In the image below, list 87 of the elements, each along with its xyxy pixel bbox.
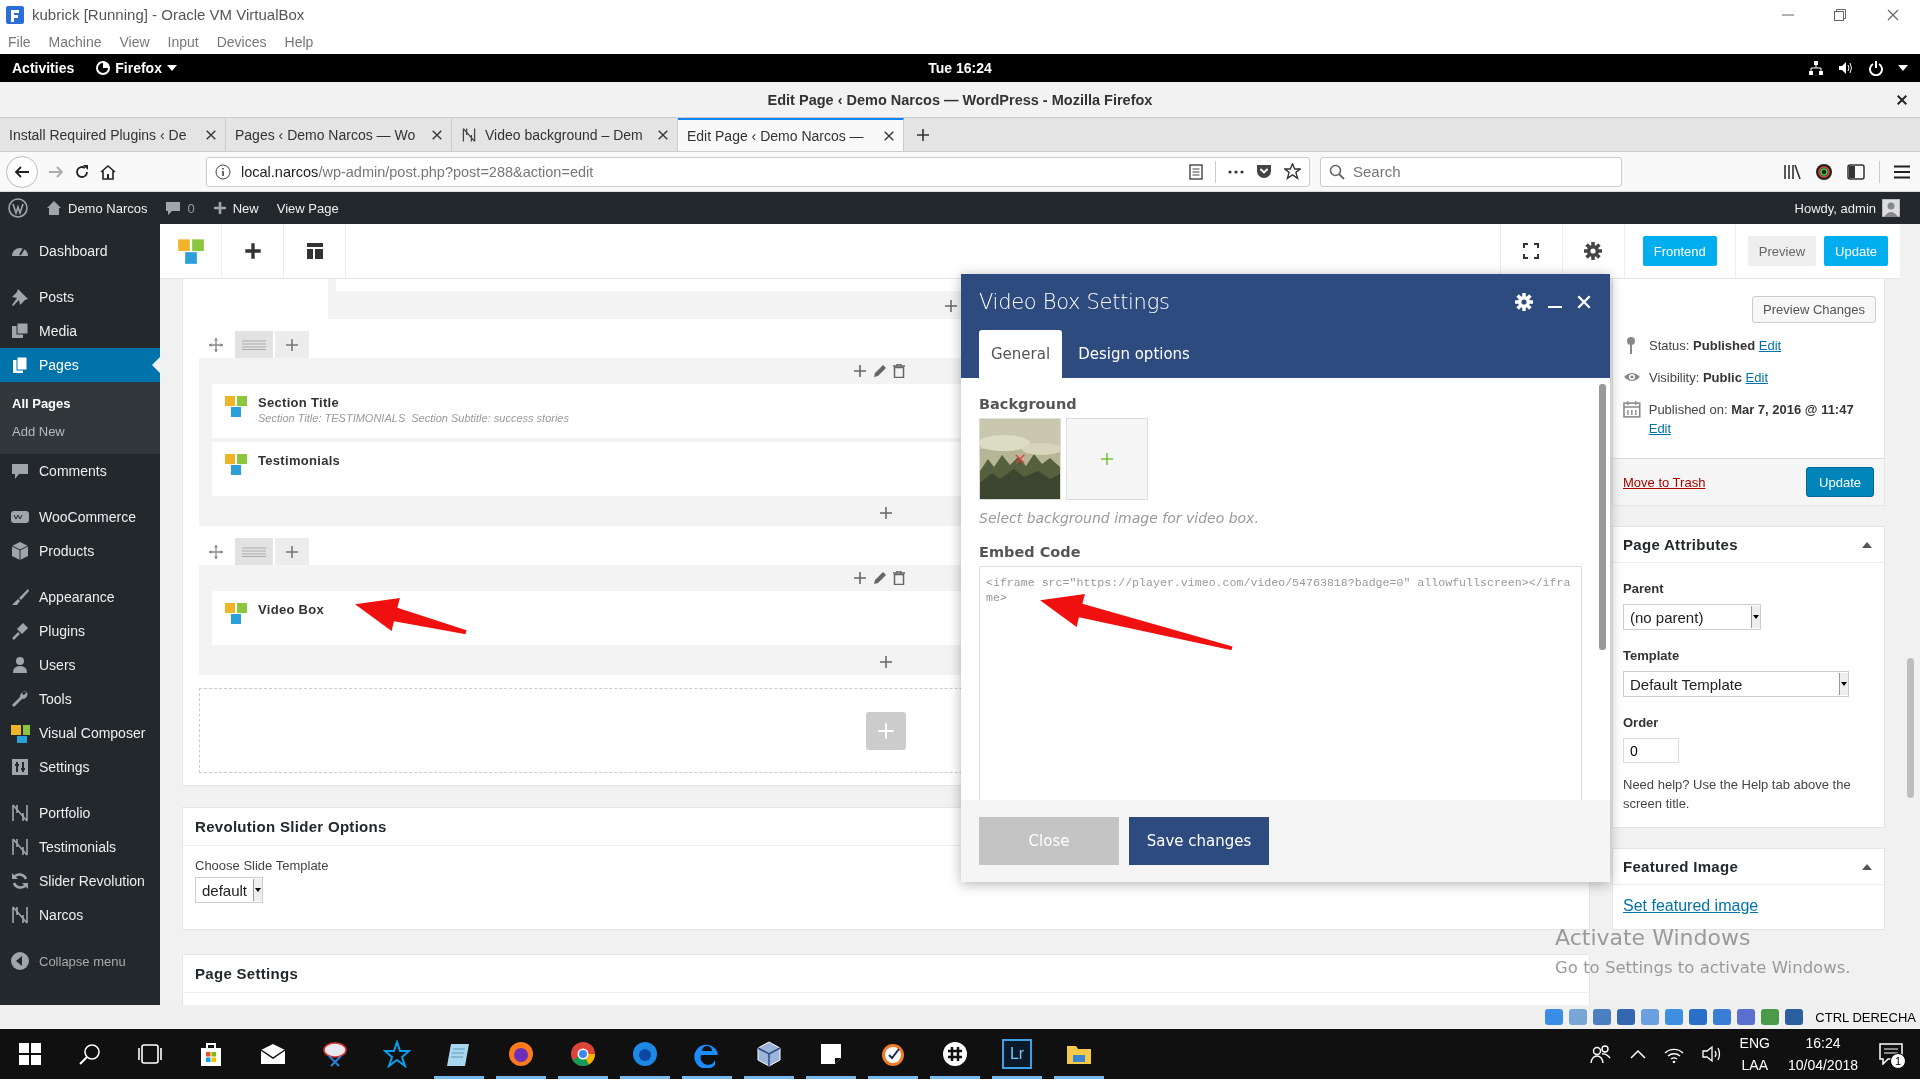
- element-title: Testimonials: [258, 453, 341, 468]
- box-title: Page Attributes: [1623, 536, 1738, 553]
- dropdown[interactable]: default: [195, 877, 264, 903]
- field-hint: Select background image for video box.: [979, 510, 1260, 526]
- host-key-label: CTRL DERECHA: [1815, 1009, 1916, 1025]
- panel-title: Page Settings: [195, 965, 299, 982]
- app-menu[interactable]: Firefox: [96, 60, 177, 76]
- clock-date[interactable]: 10/04/2018: [1787, 1057, 1858, 1073]
- search-field[interactable]: Search: [1320, 156, 1622, 187]
- menu-item[interactable]: Input: [167, 33, 199, 50]
- menu-item[interactable]: Appearance: [0, 580, 160, 614]
- menu-item[interactable]: Comments: [0, 454, 160, 488]
- field-label: Parent: [1623, 581, 1665, 596]
- notification-badge: 1: [1890, 1053, 1906, 1069]
- dialog-tab[interactable]: General: [979, 330, 1063, 378]
- dropdown[interactable]: Default Template: [1623, 671, 1849, 697]
- menu-item[interactable]: Testimonials: [0, 830, 160, 864]
- dialog-title: Video Box Settings: [979, 290, 1171, 314]
- toolbar-link[interactable]: 0: [165, 200, 195, 216]
- menu-item[interactable]: Help: [284, 33, 314, 50]
- menu-item[interactable]: Users: [0, 648, 160, 682]
- menu-item[interactable]: Machine: [48, 33, 102, 50]
- publish-info: Published on: Mar 7, 2016 @ 11:47 Edit: [1648, 401, 1855, 438]
- menu-item[interactable]: Settings: [0, 750, 160, 784]
- edit-link[interactable]: Edit: [1648, 421, 1672, 436]
- keyboard-layout[interactable]: LAA: [1741, 1057, 1768, 1073]
- box-title: Featured Image: [1623, 858, 1739, 875]
- menu-item[interactable]: Dashboard: [0, 234, 160, 268]
- submenu-item[interactable]: Add New: [0, 418, 160, 446]
- clock[interactable]: Tue 16:24: [412, 60, 1508, 76]
- panel-title: Revolution Slider Options: [195, 818, 387, 835]
- window-title: Edit Page ‹ Demo Narcos — WordPress - Mozilla Firefox: [767, 91, 1153, 108]
- activities-button[interactable]: Activities: [12, 60, 75, 76]
- toolbar-link[interactable]: Demo Narcos: [46, 200, 148, 216]
- activation-text: Go to Settings to activate Windows.: [1555, 958, 1851, 977]
- activation-title: Activate Windows: [1555, 925, 1752, 950]
- menu-item[interactable]: Products: [0, 534, 160, 568]
- dialog-button[interactable]: Save changes: [1129, 817, 1269, 865]
- menu-item[interactable]: WooCommerce: [0, 500, 160, 534]
- menu-item[interactable]: Visual Composer: [0, 716, 160, 750]
- set-featured-image-link[interactable]: Set featured image: [1623, 897, 1759, 914]
- element-title: Video Box: [258, 602, 325, 617]
- edit-link[interactable]: Edit: [1758, 338, 1782, 353]
- browser-tab[interactable]: Install Required Plugins ‹ De: [0, 118, 226, 151]
- url-text: local.narcos/wp-admin/post.php?post=288&action=edit: [241, 163, 595, 180]
- menu-item[interactable]: Media: [0, 314, 160, 348]
- update-button[interactable]: Update: [1806, 467, 1874, 497]
- menu-item[interactable]: Plugins: [0, 614, 160, 648]
- menu-item[interactable]: Posts: [0, 280, 160, 314]
- menu-item[interactable]: Devices: [216, 33, 267, 50]
- collapse-menu-button[interactable]: Collapse menu: [0, 944, 160, 978]
- dropdown[interactable]: (no parent): [1623, 604, 1761, 630]
- menu-item[interactable]: Pages: [0, 348, 160, 382]
- menu-item[interactable]: Tools: [0, 682, 160, 716]
- element-title: Section Title: [258, 395, 340, 410]
- field-label: Background: [979, 396, 1078, 412]
- menu-item[interactable]: Portfolio: [0, 796, 160, 830]
- toolbar-link[interactable]: New: [212, 200, 259, 216]
- toolbar-button[interactable]: Preview: [1747, 236, 1817, 266]
- publish-info: Status: Published Edit: [1649, 337, 1782, 355]
- account-menu[interactable]: Howdy, admin: [1794, 199, 1912, 217]
- publish-info: Visibility: Public Edit: [1649, 369, 1768, 387]
- order-field[interactable]: 0: [1623, 738, 1679, 763]
- preview-changes-button[interactable]: Preview Changes: [1752, 296, 1876, 323]
- toolbar-link[interactable]: View Page: [276, 200, 339, 216]
- trash-link[interactable]: Move to Trash: [1623, 474, 1706, 490]
- dialog-tab[interactable]: Design options: [1066, 330, 1202, 378]
- clock-time[interactable]: 16:24: [1805, 1035, 1841, 1051]
- address-bar[interactable]: local.narcos/wp-admin/post.php?post=288&action=edit: [206, 156, 1310, 187]
- app-icon[interactable]: Lr: [1002, 1039, 1032, 1069]
- browser-tab[interactable]: Edit Page ‹ Demo Narcos —: [678, 118, 904, 151]
- menu-item[interactable]: View: [119, 33, 150, 50]
- submenu-item[interactable]: All Pages: [0, 390, 160, 418]
- help-text: Need help? Use the Help tab above the screen title.: [1623, 776, 1852, 813]
- element-summary: Section Title: TESTIMONIALS: [258, 412, 406, 424]
- element-summary: Section Subtitle: success stories: [411, 412, 569, 424]
- menu-item[interactable]: Slider Revolution: [0, 864, 160, 898]
- field-label: Template: [1623, 648, 1681, 663]
- menu-item[interactable]: File: [8, 33, 31, 50]
- menu-item[interactable]: Narcos: [0, 898, 160, 932]
- field-label: Choose Slide Template: [195, 858, 330, 873]
- field-label: Order: [1623, 715, 1660, 730]
- browser-tab[interactable]: Pages ‹ Demo Narcos — Wo: [226, 118, 452, 151]
- language-indicator[interactable]: ENG: [1739, 1035, 1770, 1051]
- edit-link[interactable]: Edit: [1745, 370, 1768, 385]
- window-title: kubrick [Running] - Oracle VM VirtualBox: [32, 6, 305, 23]
- field-label: Embed Code: [979, 544, 1082, 560]
